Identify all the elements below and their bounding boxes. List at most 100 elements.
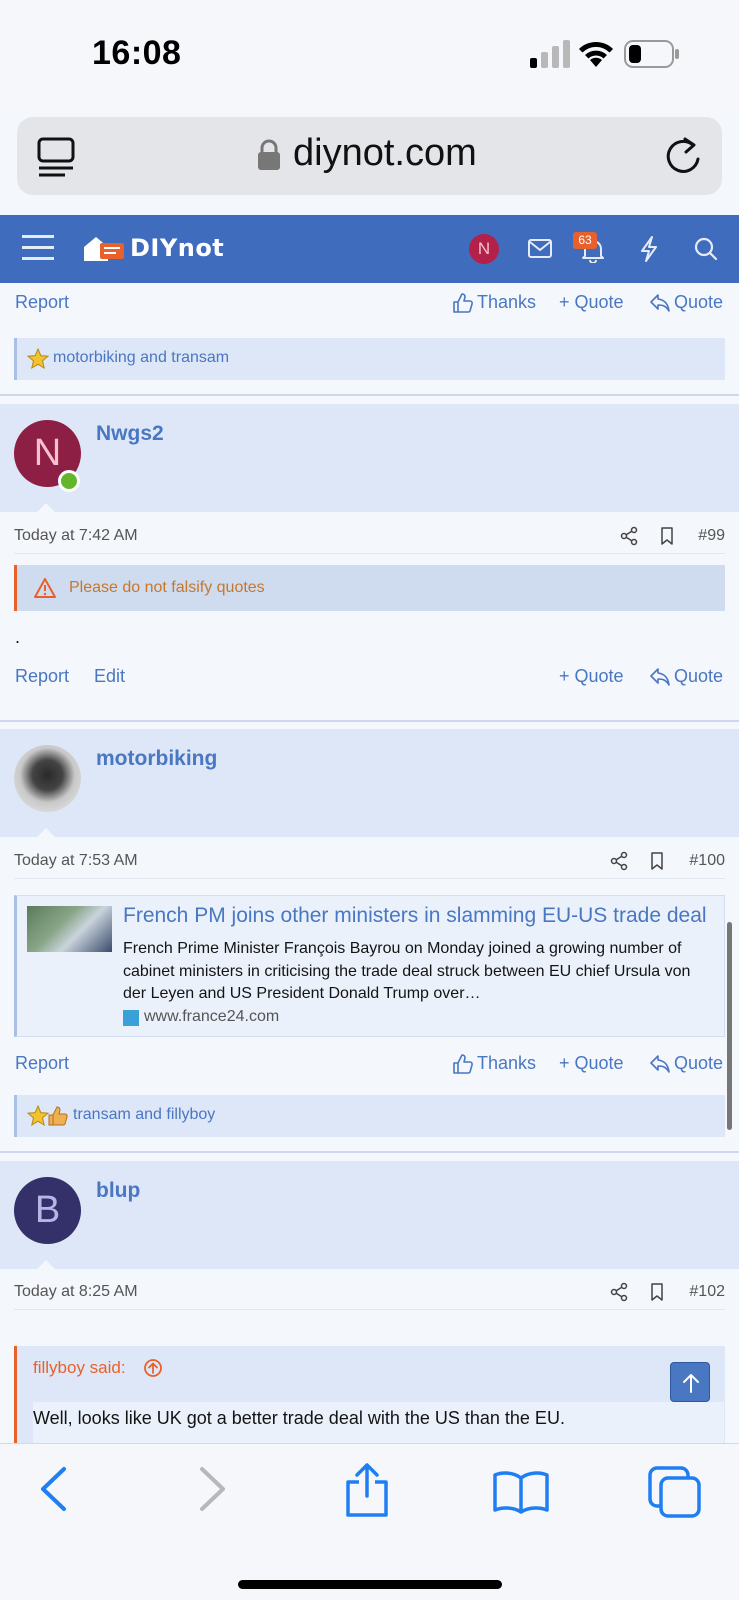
share-sheet-icon[interactable] bbox=[344, 1462, 390, 1518]
username[interactable]: motorbiking bbox=[96, 747, 217, 771]
multi-quote-link[interactable]: + Quote bbox=[559, 666, 624, 687]
multi-quote-link[interactable]: + Quote bbox=[559, 1053, 624, 1074]
link-preview[interactable]: French PM joins other ministers in slamm… bbox=[14, 895, 725, 1037]
link-preview-domain[interactable]: www.france24.com bbox=[144, 1008, 279, 1026]
bookmark-icon[interactable] bbox=[657, 526, 677, 546]
status-bar: 16:08 bbox=[0, 0, 739, 108]
share-icon[interactable] bbox=[619, 526, 639, 546]
url-text[interactable]: diynot.com bbox=[293, 132, 477, 175]
thanks-link[interactable]: Thanks bbox=[477, 292, 536, 313]
thumbs-up-icon[interactable] bbox=[453, 293, 473, 313]
online-status-icon bbox=[58, 470, 80, 492]
back-icon[interactable] bbox=[38, 1466, 68, 1512]
browser-toolbar bbox=[0, 1443, 739, 1600]
reaction-users[interactable]: transam and fillyboy bbox=[73, 1106, 215, 1124]
link-preview-image[interactable] bbox=[27, 906, 112, 952]
post-separator bbox=[0, 720, 739, 722]
post-actions: Report Thanks + Quote Quote bbox=[15, 1051, 725, 1079]
house-logo-icon bbox=[84, 237, 124, 261]
username[interactable]: blup bbox=[96, 1179, 140, 1203]
cellular-signal-icon bbox=[530, 40, 570, 68]
lock-icon bbox=[258, 139, 280, 170]
warning-text: Please do not falsify quotes bbox=[69, 579, 265, 596]
avatar[interactable]: B bbox=[14, 1177, 81, 1244]
share-icon[interactable] bbox=[609, 851, 629, 871]
header-notch bbox=[36, 1260, 56, 1270]
address-bar[interactable]: diynot.com bbox=[17, 117, 722, 195]
reaction-bar[interactable]: motorbiking and transam bbox=[14, 338, 725, 380]
header-notch bbox=[36, 503, 56, 513]
multi-quote-link[interactable]: + Quote bbox=[559, 292, 624, 313]
lightning-icon[interactable] bbox=[640, 236, 658, 262]
reaction-users[interactable]: motorbiking and transam bbox=[53, 349, 229, 367]
bookmarks-icon[interactable] bbox=[492, 1470, 550, 1514]
reaction-bar[interactable]: transam and fillyboy bbox=[14, 1095, 725, 1137]
thumbs-up-icon[interactable] bbox=[453, 1054, 473, 1074]
post-date[interactable]: Today at 8:25 AM bbox=[14, 1283, 138, 1301]
warning-notice: Please do not falsify quotes bbox=[14, 565, 725, 611]
logo-text: DIYnot bbox=[130, 234, 225, 262]
search-icon[interactable] bbox=[694, 237, 718, 261]
jump-to-quote-icon[interactable] bbox=[143, 1358, 163, 1378]
scroll-to-top-button[interactable] bbox=[670, 1362, 710, 1402]
battery-icon bbox=[624, 40, 679, 68]
hamburger-menu-icon[interactable] bbox=[22, 233, 54, 263]
quote-text: Well, looks like UK got a better trade d… bbox=[33, 1408, 565, 1428]
post-meta: Today at 7:53 AM #100 bbox=[14, 847, 725, 879]
post-actions: Report Thanks + Quote Quote bbox=[15, 290, 725, 318]
post-meta: Today at 7:42 AM #99 bbox=[14, 522, 725, 554]
link-preview-title[interactable]: French PM joins other ministers in slamm… bbox=[123, 904, 713, 928]
post-user-header: B blup bbox=[0, 1161, 739, 1270]
post-date[interactable]: Today at 7:42 AM bbox=[14, 527, 138, 545]
link-preview-description: French Prime Minister François Bayrou on… bbox=[123, 940, 691, 1002]
post-number[interactable]: #102 bbox=[689, 1283, 725, 1301]
thumbs-up-reaction-icon bbox=[48, 1106, 68, 1126]
post-number[interactable]: #99 bbox=[698, 527, 725, 545]
warning-triangle-icon bbox=[34, 578, 56, 598]
wifi-icon bbox=[579, 41, 613, 67]
favicon-icon bbox=[123, 1010, 139, 1026]
star-reaction-icon bbox=[27, 348, 49, 370]
post-body: . bbox=[15, 627, 21, 647]
star-reaction-icon bbox=[27, 1105, 49, 1127]
post-separator bbox=[0, 394, 739, 396]
report-link[interactable]: Report bbox=[15, 292, 69, 313]
quote-author[interactable]: fillyboy said: bbox=[33, 1358, 126, 1378]
mail-icon[interactable] bbox=[528, 239, 552, 258]
quote-link[interactable]: Quote bbox=[674, 666, 723, 687]
reload-icon[interactable] bbox=[663, 135, 703, 177]
forward-icon[interactable] bbox=[198, 1466, 228, 1512]
quoted-message: fillyboy said: Well, looks like UK got a… bbox=[14, 1346, 725, 1443]
edit-link[interactable]: Edit bbox=[94, 666, 125, 687]
alerts-badge: 63 bbox=[573, 232, 597, 249]
username[interactable]: Nwgs2 bbox=[96, 422, 164, 446]
post-user-header: motorbiking bbox=[0, 729, 739, 838]
site-logo[interactable]: DIYnot bbox=[82, 233, 224, 265]
post-date[interactable]: Today at 7:53 AM bbox=[14, 852, 138, 870]
reply-arrow-icon[interactable] bbox=[650, 1055, 670, 1073]
post-user-header: N Nwgs2 bbox=[0, 404, 739, 513]
bookmark-icon[interactable] bbox=[647, 1282, 667, 1302]
tabs-icon[interactable] bbox=[648, 1466, 702, 1518]
bookmark-icon[interactable] bbox=[647, 851, 667, 871]
post-separator bbox=[0, 1151, 739, 1153]
quote-link[interactable]: Quote bbox=[674, 1053, 723, 1074]
report-link[interactable]: Report bbox=[15, 666, 69, 687]
avatar[interactable] bbox=[14, 745, 81, 812]
reply-arrow-icon[interactable] bbox=[650, 668, 670, 686]
quote-link[interactable]: Quote bbox=[674, 292, 723, 313]
header-notch bbox=[36, 828, 56, 838]
thread-content: Report Thanks + Quote Quote motorbiking … bbox=[0, 283, 739, 1443]
post-actions: Report Edit + Quote Quote bbox=[15, 664, 725, 692]
site-navigation: DIYnot N 63 bbox=[0, 215, 739, 283]
arrow-up-icon bbox=[683, 1374, 699, 1393]
post-number[interactable]: #100 bbox=[689, 852, 725, 870]
status-time: 16:08 bbox=[92, 34, 182, 72]
share-icon[interactable] bbox=[609, 1282, 629, 1302]
reader-menu-icon[interactable] bbox=[37, 137, 75, 177]
reply-arrow-icon[interactable] bbox=[650, 294, 670, 312]
user-avatar[interactable]: N bbox=[469, 234, 499, 264]
thanks-link[interactable]: Thanks bbox=[477, 1053, 536, 1074]
report-link[interactable]: Report bbox=[15, 1053, 69, 1074]
scrollbar-thumb[interactable] bbox=[727, 922, 732, 1130]
